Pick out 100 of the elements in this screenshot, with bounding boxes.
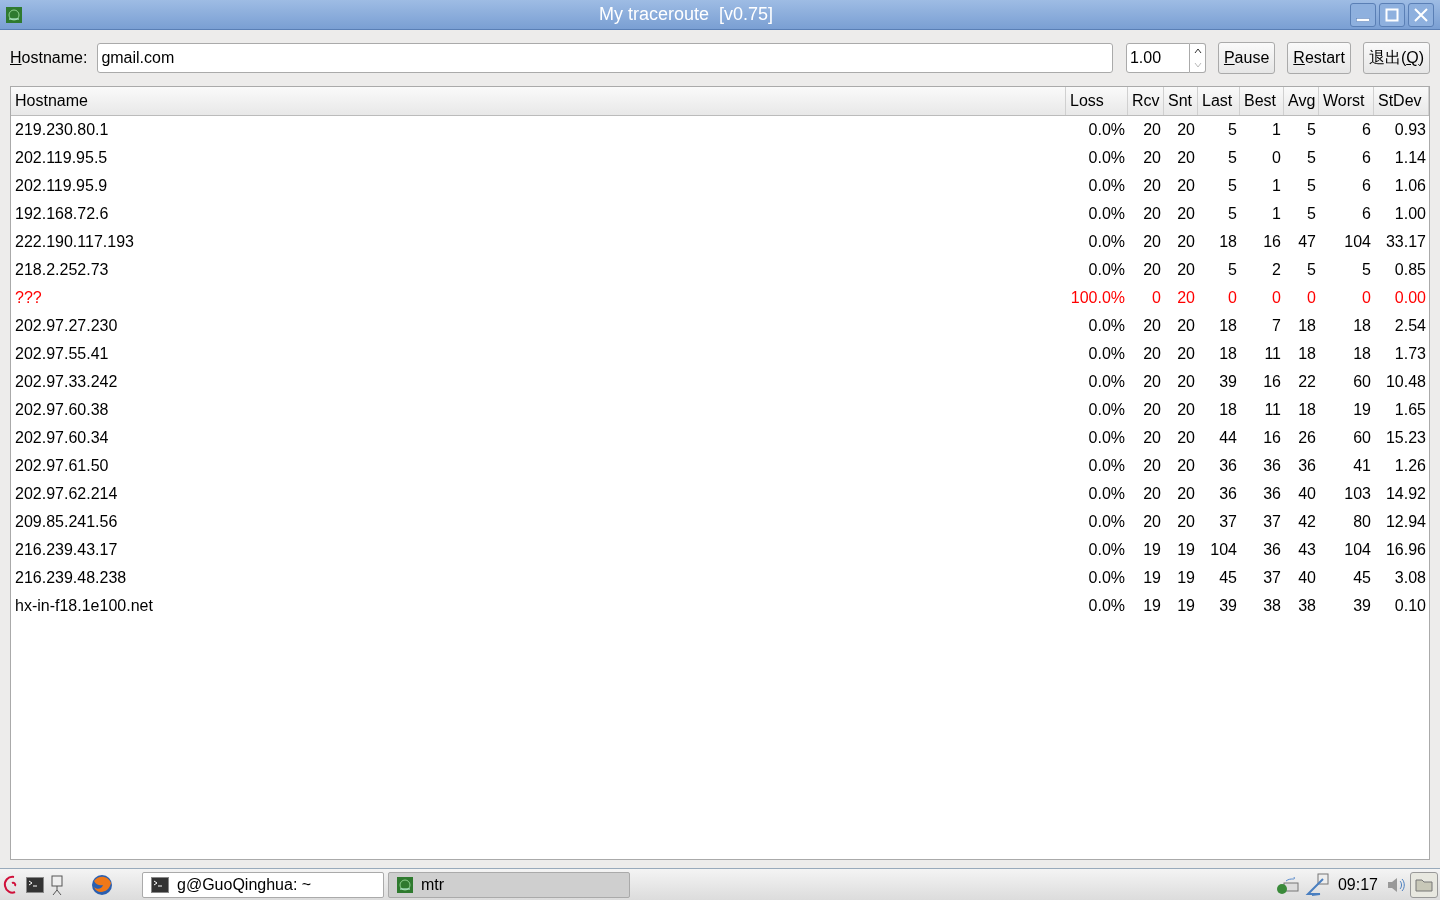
table-cell-text: 41 xyxy=(1352,456,1372,476)
table-cell-text: 20 xyxy=(1142,316,1162,336)
table-cell-text: 20 xyxy=(1176,120,1196,140)
pen-tablet-icon[interactable] xyxy=(1303,872,1330,897)
browser-globe-icon[interactable] xyxy=(90,872,114,897)
maximize-button[interactable] xyxy=(1379,2,1405,27)
table-cell-text: 216.239.43.17 xyxy=(14,540,119,560)
close-button[interactable] xyxy=(1408,2,1434,27)
table-cell-text: 14.92 xyxy=(1384,484,1427,504)
table-cell-text: 20 xyxy=(1176,428,1196,448)
column-header[interactable]: Rcv xyxy=(1128,87,1164,115)
table-cell-text: 202.97.27.230 xyxy=(14,316,119,336)
table-cell-text: 36 xyxy=(1218,484,1238,504)
table-cell-text: 0.0% xyxy=(1087,568,1126,588)
table-cell-text: 12.94 xyxy=(1384,512,1427,532)
table-cell-text: 0.0% xyxy=(1087,400,1126,420)
table-cell-text: 0.0% xyxy=(1087,484,1126,504)
column-header[interactable]: Avg xyxy=(1284,87,1319,115)
column-header[interactable]: Loss xyxy=(1066,87,1128,115)
table-cell-text: 36 xyxy=(1218,456,1238,476)
table-cell-text: 39 xyxy=(1352,596,1372,616)
table-cell-text: 80 xyxy=(1352,512,1372,532)
app-icon xyxy=(397,876,413,893)
table-cell-text: 103 xyxy=(1343,484,1372,504)
table-cell-text: 37 xyxy=(1218,512,1238,532)
toolbar-button[interactable]: Restart xyxy=(1287,42,1351,74)
table-cell-text: 1.65 xyxy=(1393,400,1427,420)
table-cell-text: 7 xyxy=(1271,316,1282,336)
column-header[interactable]: Best xyxy=(1240,87,1284,115)
show-desktop-button[interactable] xyxy=(1410,871,1438,898)
table-cell-text: 36 xyxy=(1297,456,1317,476)
table-cell-text: 0 xyxy=(1271,148,1282,168)
table-cell-text: 0.0% xyxy=(1087,176,1126,196)
table-cell-text: 5 xyxy=(1306,120,1317,140)
table-cell-text: 0.93 xyxy=(1393,120,1427,140)
table-cell-text: 0.0% xyxy=(1087,120,1126,140)
table-cell-text: 39 xyxy=(1218,372,1238,392)
table-cell-text: 18 xyxy=(1218,400,1238,420)
table-cell-text: 60 xyxy=(1352,428,1372,448)
table-cell-text: 20 xyxy=(1142,176,1162,196)
table-cell-text: 1 xyxy=(1271,120,1282,140)
hostname-field[interactable]: gmail.com xyxy=(97,43,1113,73)
table-cell-text: 222.190.117.193 xyxy=(14,232,135,252)
toolbar-button[interactable]: 退出(Q) xyxy=(1362,42,1430,74)
volume-icon[interactable] xyxy=(1386,875,1406,894)
maximize-icon xyxy=(1384,6,1400,23)
terminal-icon xyxy=(26,876,44,893)
table-cell-text: 16 xyxy=(1262,428,1282,448)
column-header[interactable]: Snt xyxy=(1164,87,1198,115)
interval-field[interactable]: 1.00 xyxy=(1125,43,1190,73)
table-cell-text: 5 xyxy=(1227,120,1238,140)
minimize-button[interactable] xyxy=(1350,2,1376,27)
table-cell-text: 5 xyxy=(1306,260,1317,280)
table-cell-text: 218.2.252.73 xyxy=(14,260,110,280)
column-header[interactable]: StDev xyxy=(1374,87,1429,115)
close-icon xyxy=(1413,6,1429,23)
column-header[interactable]: Last xyxy=(1198,87,1240,115)
table-cell-text: 44 xyxy=(1218,428,1238,448)
table-cell-text: 20 xyxy=(1142,344,1162,364)
minimize-icon xyxy=(1356,17,1370,22)
app-icon xyxy=(6,6,22,23)
table-cell-text: 1.06 xyxy=(1393,176,1427,196)
table-cell-text: 40 xyxy=(1297,484,1317,504)
toolbar-button[interactable]: Pause xyxy=(1217,42,1276,74)
table-cell-text: 37 xyxy=(1262,568,1282,588)
column-header[interactable]: Hostname xyxy=(11,87,1066,115)
column-header[interactable]: Worst xyxy=(1319,87,1374,115)
table-cell-text: 20 xyxy=(1176,288,1196,308)
table-cell-text: 0 xyxy=(1271,288,1282,308)
taskbar-button[interactable]: g@GuoQinghua: ~ xyxy=(142,871,384,898)
table-cell-text: 5 xyxy=(1306,204,1317,224)
table-cell-text: 5 xyxy=(1306,148,1317,168)
table-cell-text: 15.23 xyxy=(1384,428,1427,448)
table-cell-text: 20 xyxy=(1176,148,1196,168)
table-cell-text: 20 xyxy=(1176,260,1196,280)
table-cell-text: 0.0% xyxy=(1087,540,1126,560)
table-cell-text: 20 xyxy=(1142,372,1162,392)
table-cell-text: 216.239.48.238 xyxy=(14,568,128,588)
table-cell-text: 10.48 xyxy=(1384,372,1427,392)
table-cell-text: 0.0% xyxy=(1087,428,1126,448)
table-cell-text: 1.00 xyxy=(1393,204,1427,224)
table-cell-text: 0.0% xyxy=(1087,344,1126,364)
table-cell-text: 20 xyxy=(1176,204,1196,224)
table-cell-text: 20 xyxy=(1142,428,1162,448)
clock[interactable]: 09:17 xyxy=(1337,872,1378,897)
taskbar-button[interactable]: mtr xyxy=(388,871,630,898)
table-cell-text: 6 xyxy=(1361,120,1372,140)
table-cell-text: 1.26 xyxy=(1393,456,1427,476)
table-cell-text: 5 xyxy=(1227,148,1238,168)
table-cell-text: 38 xyxy=(1297,596,1317,616)
table-cell-text: 0.0% xyxy=(1087,204,1126,224)
table-cell-text: 1.73 xyxy=(1393,344,1427,364)
table-cell-text: 3.08 xyxy=(1393,568,1427,588)
table-cell-text: 5 xyxy=(1306,176,1317,196)
table-cell-text: 20 xyxy=(1142,232,1162,252)
table-cell-text: 18 xyxy=(1352,344,1372,364)
table-cell-text: 6 xyxy=(1361,204,1372,224)
table-cell-text: 20 xyxy=(1142,512,1162,532)
table-cell-text: 33.17 xyxy=(1384,232,1427,252)
table-cell-text: 0.0% xyxy=(1087,456,1126,476)
